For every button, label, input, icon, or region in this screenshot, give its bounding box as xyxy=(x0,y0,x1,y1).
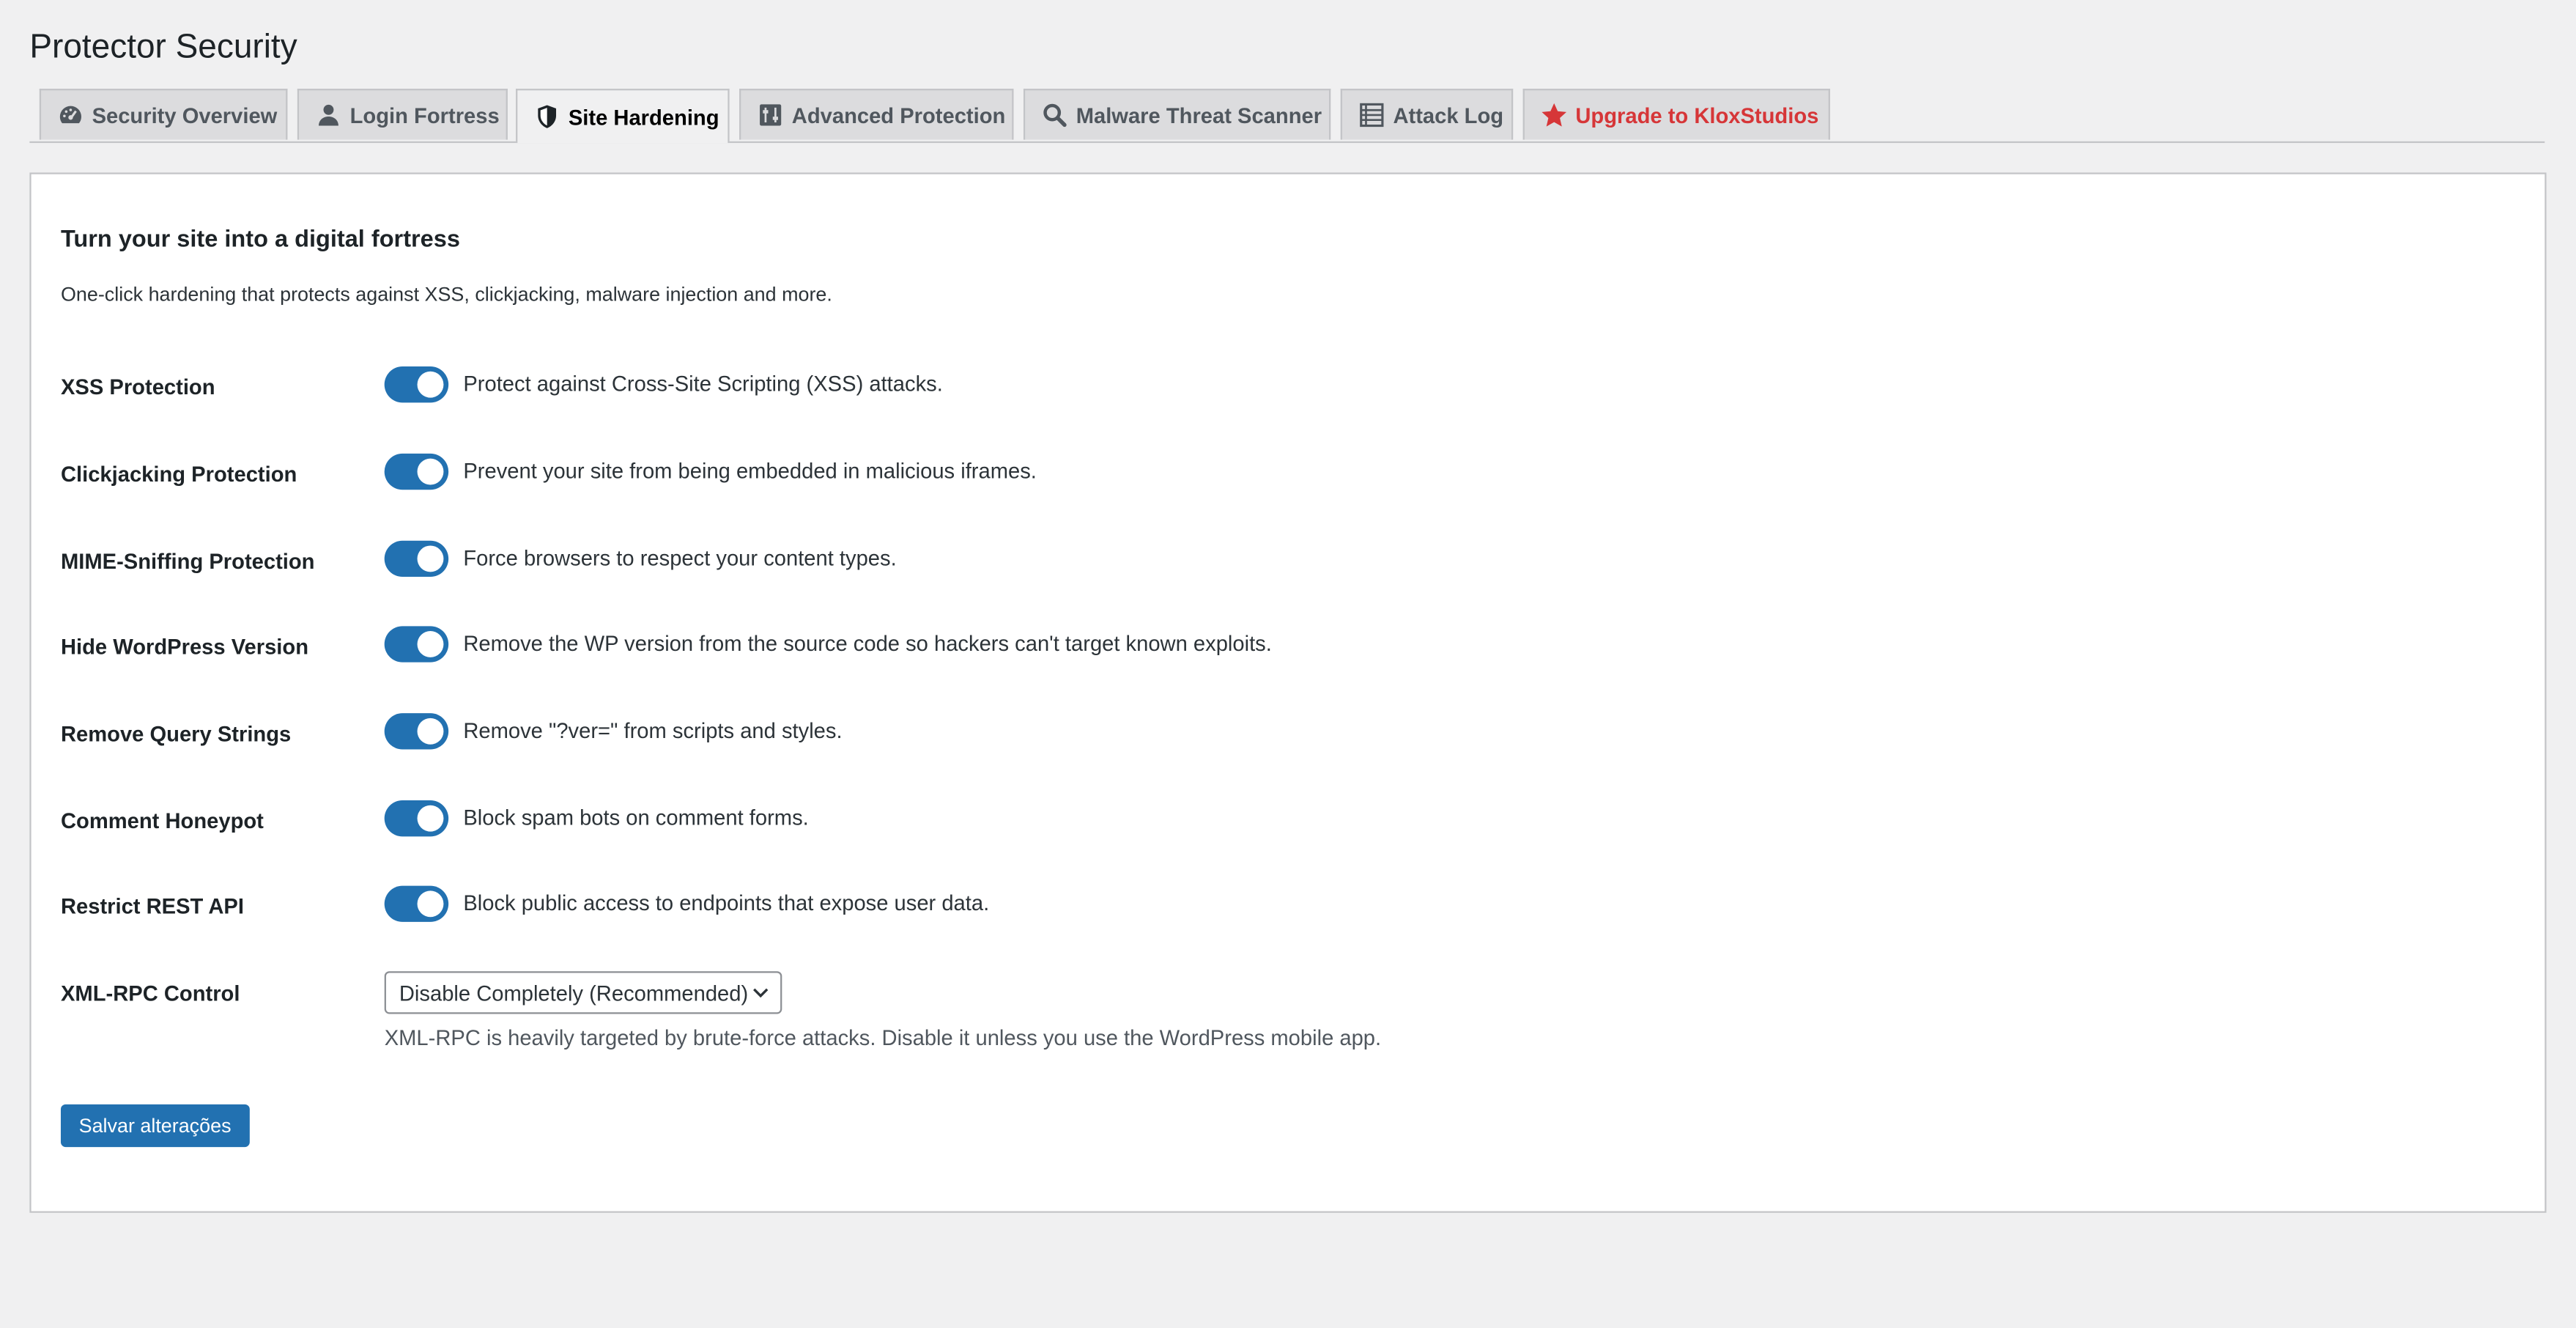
tab-advanced-protection[interactable]: Advanced Protection xyxy=(739,89,1014,140)
setting-row-comment-honeypot: Comment Honeypot Block spam bots on comm… xyxy=(61,800,2509,840)
setting-description: Force browsers to respect your content t… xyxy=(463,545,897,571)
sliders-icon xyxy=(758,102,784,128)
toggle-knob xyxy=(417,631,444,657)
setting-row-remove-query-strings: Remove Query Strings Remove "?ver=" from… xyxy=(61,713,2509,753)
xmlrpc-select[interactable]: Disable Completely (Recommended) xyxy=(384,971,782,1014)
setting-description: Block spam bots on comment forms. xyxy=(463,805,809,830)
toggle-knob xyxy=(417,458,444,485)
toggle-knob xyxy=(417,890,444,918)
setting-label: Clickjacking Protection xyxy=(60,462,297,487)
search-icon xyxy=(1042,102,1068,128)
setting-label: Restrict REST API xyxy=(60,893,244,919)
dashboard-gauge-icon xyxy=(57,102,84,128)
setting-row-clickjacking-protection: Clickjacking Protection Prevent your sit… xyxy=(60,453,2509,493)
tab-label: Login Fortress xyxy=(349,103,500,128)
setting-description: Remove "?ver=" from scripts and styles. xyxy=(463,718,843,743)
tab-label: Upgrade to KloxStudios xyxy=(1575,103,1819,128)
xmlrpc-selected-value: Disable Completely (Recommended) xyxy=(399,980,749,1006)
page-root: Protector Security Security Overview Log… xyxy=(0,0,2576,1328)
tab-label: Malware Threat Scanner xyxy=(1076,103,1322,128)
tab-label: Attack Log xyxy=(1393,103,1504,128)
toggle-clickjacking-protection[interactable] xyxy=(384,453,449,490)
settings-panel: Turn your site into a digital fortress O… xyxy=(29,172,2547,1213)
setting-row-xmlrpc-control: XML-RPC Control Disable Completely (Reco… xyxy=(61,971,2509,1017)
save-button[interactable]: Salvar alterações xyxy=(60,1104,250,1148)
toggle-mime-sniffing-protection[interactable] xyxy=(384,540,449,578)
panel-heading: Turn your site into a digital fortress xyxy=(60,226,460,254)
chevron-down-icon xyxy=(751,983,771,1003)
panel-description: One-click hardening that protects agains… xyxy=(60,282,832,306)
toggle-xss-protection[interactable] xyxy=(384,366,449,403)
setting-label: Hide WordPress Version xyxy=(60,634,309,660)
star-icon xyxy=(1541,102,1567,128)
setting-description: Block public access to endpoints that ex… xyxy=(463,890,990,915)
tab-login-fortress[interactable]: Login Fortress xyxy=(297,89,508,140)
setting-label: XML-RPC Control xyxy=(60,981,240,1006)
setting-description: Prevent your site from being embedded in… xyxy=(463,458,1037,484)
toggle-remove-query-strings[interactable] xyxy=(384,713,449,750)
toggle-knob xyxy=(417,371,444,398)
setting-label: XSS Protection xyxy=(60,375,215,399)
tab-malware-threat-scanner[interactable]: Malware Threat Scanner xyxy=(1023,89,1331,140)
toggle-knob xyxy=(417,718,444,745)
setting-row-restrict-rest-api: Restrict REST API Block public access to… xyxy=(60,885,2509,926)
tab-upgrade[interactable]: Upgrade to KloxStudios xyxy=(1522,89,1830,140)
page-title: Protector Security xyxy=(29,28,297,66)
setting-description: Remove the WP version from the source co… xyxy=(463,631,1272,656)
setting-description: Protect against Cross-Site Scripting (XS… xyxy=(463,371,943,396)
toggle-hide-wordpress-version[interactable] xyxy=(384,626,449,663)
toggle-comment-honeypot[interactable] xyxy=(384,800,449,837)
tab-security-overview[interactable]: Security Overview xyxy=(39,89,288,140)
user-icon xyxy=(316,102,342,128)
tab-bar: Security Overview Login Fortress Site Ha… xyxy=(29,89,2545,144)
tab-attack-log[interactable]: Attack Log xyxy=(1340,89,1514,140)
setting-row-mime-sniffing-protection: MIME-Sniffing Protection Force browsers … xyxy=(60,540,2509,580)
toggle-restrict-rest-api[interactable] xyxy=(384,885,449,922)
setting-row-xss-protection: XSS Protection Protect against Cross-Sit… xyxy=(61,366,2509,406)
setting-row-hide-wordpress-version: Hide WordPress Version Remove the WP ver… xyxy=(61,626,2509,665)
tab-label: Site Hardening xyxy=(568,104,719,130)
setting-label: Comment Honeypot xyxy=(60,808,264,833)
toggle-knob xyxy=(417,545,444,572)
toggle-knob xyxy=(417,805,444,832)
tab-label: Security Overview xyxy=(92,103,278,128)
xmlrpc-help-text: XML-RPC is heavily targeted by brute-for… xyxy=(384,1025,1382,1050)
shield-icon xyxy=(534,103,560,130)
setting-label: MIME-Sniffing Protection xyxy=(60,548,315,574)
tab-label: Advanced Protection xyxy=(791,103,1006,128)
list-icon xyxy=(1358,102,1385,128)
setting-label: Remove Query Strings xyxy=(60,721,292,747)
tab-site-hardening[interactable]: Site Hardening xyxy=(516,89,730,144)
